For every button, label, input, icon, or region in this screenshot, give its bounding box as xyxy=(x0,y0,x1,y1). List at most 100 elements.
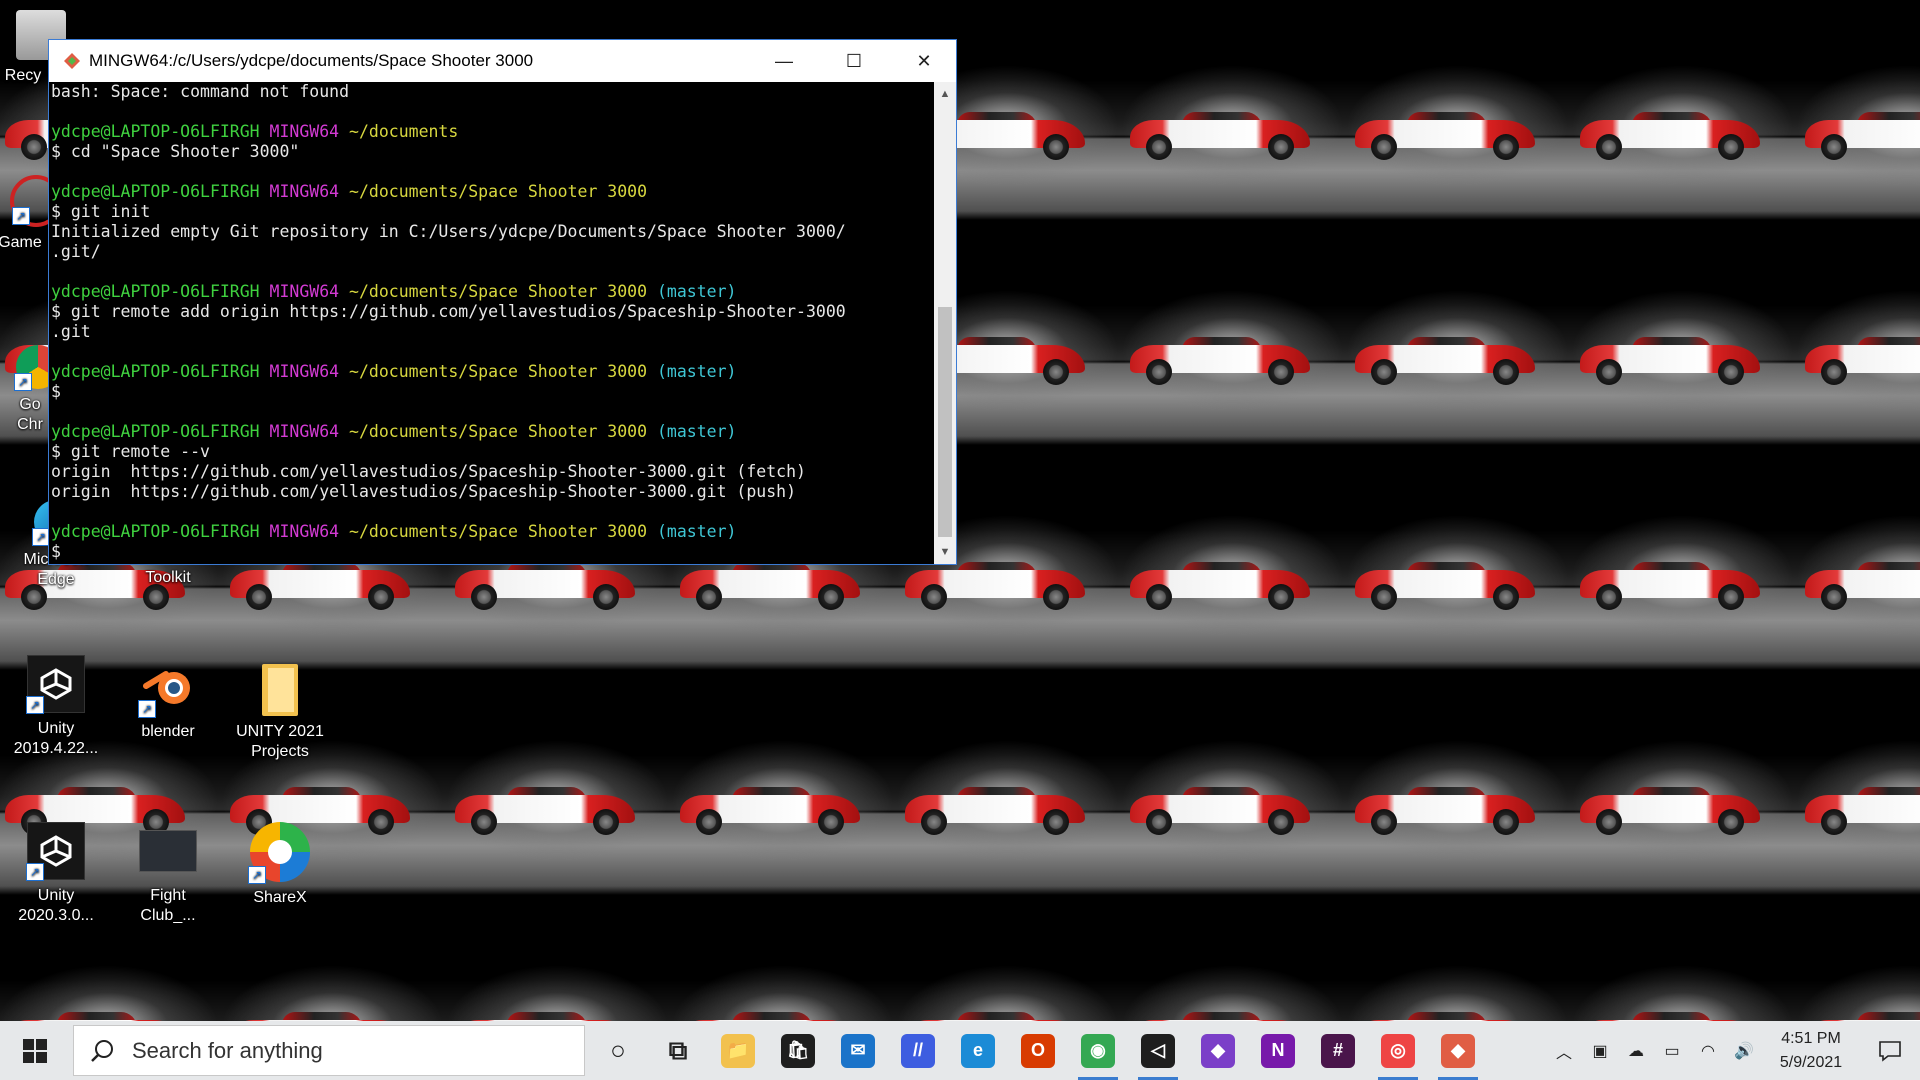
battery-icon[interactable]: ▭ xyxy=(1654,1021,1690,1080)
toolkit-label: Toolkit xyxy=(145,569,191,586)
desktop-icon-fight-club[interactable]: Fight Club_... xyxy=(122,822,214,926)
desktop-icon-sharex[interactable]: ↗ ShareX xyxy=(234,822,326,908)
terminal-text: MINGW64 xyxy=(269,182,350,201)
wallpaper-car xyxy=(1345,110,1545,160)
shortcut-arrow-icon: ↗ xyxy=(14,373,32,391)
wallpaper-car xyxy=(1120,110,1320,160)
scroll-down-arrow-icon[interactable]: ▼ xyxy=(934,542,956,562)
terminal-text: (master) xyxy=(656,522,737,541)
terminal-line: $ git remote add origin https://github.c… xyxy=(51,302,936,322)
close-button[interactable]: ✕ xyxy=(889,40,959,82)
minimize-icon: — xyxy=(775,50,793,71)
desktop-icon-unity-2020[interactable]: ↗ Unity 2020.3.0... xyxy=(10,822,102,926)
taskbar-visual-studio-code-alt-button[interactable]: // xyxy=(888,1021,948,1080)
taskbar-cortana-button[interactable]: ○ xyxy=(588,1021,648,1080)
unity-icon: ◁ xyxy=(1141,1033,1175,1068)
wifi-icon[interactable]: ◠ xyxy=(1690,1021,1726,1080)
terminal-output[interactable]: bash: Space: command not found ydcpe@LAPT… xyxy=(49,82,936,564)
git-bash-window[interactable]: MINGW64:/c/Users/ydcpe/documents/Space S… xyxy=(48,39,957,565)
window-title: MINGW64:/c/Users/ydcpe/documents/Space S… xyxy=(89,51,534,70)
desktop-icon-toolkit[interactable]: Toolkit xyxy=(122,568,214,588)
terminal-text: $ xyxy=(51,382,61,401)
git-bash-icon xyxy=(64,53,80,69)
visual-studio-icon: ◆ xyxy=(1201,1033,1235,1068)
wallpaper-car xyxy=(1570,560,1770,610)
taskbar-slack-button[interactable]: # xyxy=(1308,1021,1368,1080)
terminal-text: .git/ xyxy=(51,242,101,261)
wallpaper-car xyxy=(670,1010,870,1021)
wallpaper-car xyxy=(1120,785,1320,835)
taskbar-chrome-button[interactable]: ◉ xyxy=(1068,1021,1128,1080)
terminal-line: ydcpe@LAPTOP-O6LFIRGH MINGW64 ~/document… xyxy=(51,362,936,382)
scrollbar-thumb[interactable] xyxy=(938,307,952,537)
taskbar-visual-studio-button[interactable]: ◆ xyxy=(1188,1021,1248,1080)
volume-icon[interactable]: 🔊 xyxy=(1726,1021,1762,1080)
terminal-text: MINGW64 xyxy=(269,122,350,141)
wallpaper-car xyxy=(895,1010,1095,1021)
taskbar-edge-button[interactable]: e xyxy=(948,1021,1008,1080)
sharex-label: ShareX xyxy=(253,889,307,906)
terminal-text: ydcpe@LAPTOP-O6LFIRGH xyxy=(51,182,270,201)
taskbar-search-box[interactable]: Search for anything xyxy=(73,1025,585,1076)
wallpaper-car xyxy=(445,1010,645,1021)
blender-label: blender xyxy=(141,723,195,740)
taskbar-task-view-button[interactable]: ⧉ xyxy=(648,1021,708,1080)
meet-now-icon[interactable]: ▣ xyxy=(1582,1021,1618,1080)
desktop-icon-unity-2019[interactable]: ↗ Unity 2019.4.22... xyxy=(10,655,102,759)
clock-time: 4:51 PM xyxy=(1781,1029,1841,1047)
terminal-text: ~/documents xyxy=(349,122,459,141)
terminal-text: (master) xyxy=(656,422,737,441)
scroll-up-arrow-icon[interactable]: ▲ xyxy=(934,84,956,104)
taskbar-sharex-button[interactable]: ◎ xyxy=(1368,1021,1428,1080)
terminal-line: .git xyxy=(51,322,936,342)
cortana-icon: ○ xyxy=(601,1033,635,1068)
git-bash-icon: ◆ xyxy=(1441,1033,1475,1068)
terminal-text: $ git remote --v xyxy=(51,442,210,461)
system-tray: ︿ ▣ ☁ ▭ ◠ 🔊 4:51 PM 5/9/2021 xyxy=(1546,1021,1920,1080)
maximize-button[interactable]: ☐ xyxy=(819,40,889,82)
window-titlebar[interactable]: MINGW64:/c/Users/ydcpe/documents/Space S… xyxy=(49,40,956,82)
edge-label-line-2: Edge xyxy=(37,571,75,588)
taskbar: Search for anything ○ ⧉ 📁 🛍 ✉ // e O ◉ ◁ ◆ N # ◎ ◆ ︿ ▣… xyxy=(0,1021,1920,1080)
search-icon xyxy=(91,1039,113,1062)
recycle-bin-label: Recy xyxy=(4,67,42,84)
taskbar-clock[interactable]: 4:51 PM 5/9/2021 xyxy=(1762,1027,1860,1075)
terminal-text: ~/documents/Space Shooter 3000 xyxy=(349,362,657,381)
taskbar-file-explorer-button[interactable]: 📁 xyxy=(708,1021,768,1080)
desktop-icon-unity-2021-projects[interactable]: UNITY 2021 Projects xyxy=(234,660,326,762)
onenote-icon: N xyxy=(1261,1033,1295,1068)
wallpaper-car xyxy=(1345,335,1545,385)
terminal-text: origin https://github.com/yellavestudios… xyxy=(51,482,797,501)
terminal-line: ydcpe@LAPTOP-O6LFIRGH MINGW64 ~/document… xyxy=(51,522,936,542)
terminal-text: (master) xyxy=(656,282,737,301)
shortcut-arrow-icon: ↗ xyxy=(138,700,156,718)
action-center-button[interactable] xyxy=(1860,1021,1920,1080)
wallpaper-car xyxy=(1795,335,1920,385)
terminal-text: ~/documents/Space Shooter 3000 xyxy=(349,182,648,201)
desktop-icon-blender[interactable]: ↗ blender xyxy=(122,660,214,742)
terminal-text: $ git remote add origin https://github.c… xyxy=(51,302,846,321)
start-button[interactable] xyxy=(0,1021,70,1080)
taskbar-office-button[interactable]: O xyxy=(1008,1021,1068,1080)
sharex-icon: ◎ xyxy=(1381,1033,1415,1068)
show-hidden-icons-chevron-icon[interactable]: ︿ xyxy=(1546,1021,1582,1080)
terminal-line: origin https://github.com/yellavestudios… xyxy=(51,482,936,502)
blender-icon: ↗ xyxy=(138,660,196,718)
taskbar-onenote-button[interactable]: N xyxy=(1248,1021,1308,1080)
close-icon: ✕ xyxy=(916,50,932,71)
onedrive-icon[interactable]: ☁ xyxy=(1618,1021,1654,1080)
taskbar-unity-button[interactable]: ◁ xyxy=(1128,1021,1188,1080)
terminal-scrollbar[interactable]: ▲ ▼ xyxy=(934,82,956,564)
wallpaper-car xyxy=(895,560,1095,610)
minimize-button[interactable]: — xyxy=(749,40,819,82)
taskbar-mail-button[interactable]: ✉ xyxy=(828,1021,888,1080)
wallpaper-car xyxy=(1795,560,1920,610)
taskbar-microsoft-store-button[interactable]: 🛍 xyxy=(768,1021,828,1080)
terminal-text: MINGW64 xyxy=(269,422,350,441)
taskbar-git-bash-button[interactable]: ◆ xyxy=(1428,1021,1488,1080)
terminal-line: ydcpe@LAPTOP-O6LFIRGH MINGW64 ~/document… xyxy=(51,282,936,302)
wallpaper-car xyxy=(1570,335,1770,385)
